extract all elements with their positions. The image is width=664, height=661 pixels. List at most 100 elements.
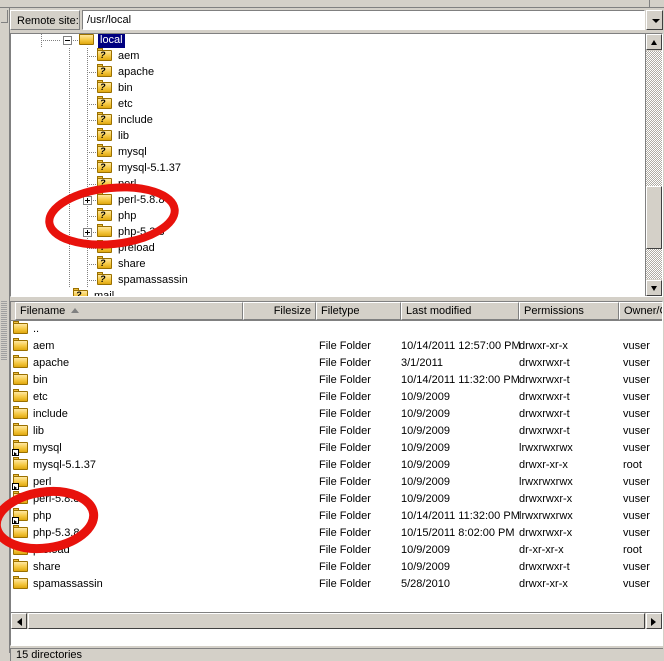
table-row[interactable]: aem File Folder 10/14/2011 12:57:00 PM drwx…	[11, 338, 662, 355]
tree-guide-line	[69, 208, 70, 224]
remote-directory-tree: local? aem? apache? bin? etc? include? lib? mys…	[10, 33, 663, 297]
horizontal-scroll-thumb[interactable]	[28, 613, 645, 629]
tree-item-label: include	[118, 114, 153, 126]
tree-guide-line	[87, 184, 97, 185]
expand-icon[interactable]	[83, 228, 92, 237]
tree-item-preload[interactable]: ? preload	[11, 240, 645, 256]
folder-unknown-icon: ?	[97, 144, 113, 159]
table-row[interactable]: php File Folder 10/14/2011 11:32:00 PM lrwx…	[11, 508, 662, 525]
permissions-cell: drwxrwxr-x	[519, 527, 573, 539]
file-name-cell: share	[33, 561, 61, 573]
folder-link-icon	[12, 474, 29, 490]
last-modified-cell: 10/9/2009	[401, 391, 450, 403]
table-row[interactable]: bin File Folder 10/14/2011 11:32:00 PM drwx…	[11, 372, 662, 389]
file-type-cell: File Folder	[319, 493, 371, 505]
table-row[interactable]: etc File Folder 10/9/2009 drwxrwxr-t vuser	[11, 389, 662, 406]
permissions-cell: lrwxrwxrwx	[519, 510, 573, 522]
tree-item-root[interactable]: local	[11, 34, 645, 48]
scroll-left-icon[interactable]	[11, 613, 27, 629]
file-size-cell	[243, 491, 313, 508]
permissions-cell: drwxrwxr-t	[519, 425, 570, 437]
file-size-cell	[243, 423, 313, 440]
folder-icon	[13, 355, 29, 370]
column-header-filetype[interactable]: Filetype	[316, 302, 401, 320]
tree-item-php-5.3.8[interactable]: php-5.3.8	[11, 224, 645, 240]
left-splitter[interactable]	[0, 8, 10, 653]
file-type-cell: File Folder	[319, 442, 371, 454]
collapse-icon[interactable]	[63, 36, 72, 45]
table-row[interactable]: lib File Folder 10/9/2009 drwxrwxr-t vuser	[11, 423, 662, 440]
file-name-cell: php	[33, 510, 52, 522]
tree-vertical-scrollbar[interactable]	[645, 34, 662, 296]
table-row[interactable]: perl File Folder 10/9/2009 lrwxrwxrwx vuser	[11, 474, 662, 491]
scroll-up-icon[interactable]	[646, 34, 662, 50]
folder-unknown-icon: ?	[97, 208, 113, 223]
table-row[interactable]: share File Folder 10/9/2009 drwxrwxr-t vuser	[11, 559, 662, 576]
column-header-filename-label: Filename	[20, 305, 66, 317]
permissions-cell: drwxrwxr-x	[519, 493, 573, 505]
tree-item-perl-5.8.8[interactable]: perl-5.8.8	[11, 192, 645, 208]
owner-group-cell: vuser	[623, 476, 650, 488]
tree-item-perl[interactable]: ? perl	[11, 176, 645, 192]
file-size-cell	[243, 559, 313, 576]
file-name-cell: preload	[33, 544, 70, 556]
permissions-cell: drwxrwxr-t	[519, 391, 570, 403]
table-row[interactable]: php-5.3.8 File Folder 10/15/2011 8:02:00 P…	[11, 525, 662, 542]
tree-item-label: bin	[118, 82, 133, 94]
table-row[interactable]: include File Folder 10/9/2009 drwxrwxr-t vus…	[11, 406, 662, 423]
tree-item-include[interactable]: ? include	[11, 112, 645, 128]
column-header-permissions[interactable]: Permissions	[519, 302, 619, 320]
tree-guide-line	[69, 144, 70, 160]
table-row[interactable]: mysql-5.1.37 File Folder 10/9/2009 drwxr-xr…	[11, 457, 662, 474]
tree-guide-line	[69, 160, 70, 176]
column-header-last-modified[interactable]: Last modified	[401, 302, 519, 320]
tree-scroll-thumb[interactable]	[646, 186, 662, 249]
file-name-cell: lib	[33, 425, 45, 437]
tree-item-mysql[interactable]: ? mysql	[11, 144, 645, 160]
owner-group-cell: vuser	[623, 442, 650, 454]
scroll-down-icon[interactable]	[646, 280, 662, 296]
table-row[interactable]: spamassassin File Folder 5/28/2010 drwxr-xr…	[11, 576, 662, 593]
column-header-filename[interactable]: Filename	[15, 302, 243, 320]
file-list-header: Filename Filesize Filetype Last modified…	[11, 302, 662, 321]
column-header-owner-group[interactable]: Owner/Gro	[619, 302, 662, 320]
table-row[interactable]: ..	[11, 321, 662, 338]
folder-icon	[97, 224, 113, 239]
tree-item-mysql-5.1.37[interactable]: ? mysql-5.1.37	[11, 160, 645, 176]
scroll-right-icon[interactable]	[646, 613, 662, 629]
tree-item-label: mysql-5.1.37	[118, 162, 181, 174]
owner-group-cell: vuser	[623, 510, 650, 522]
tree-item-etc[interactable]: ? etc	[11, 96, 645, 112]
folder-icon	[13, 321, 29, 336]
table-row[interactable]: mysql File Folder 10/9/2009 lrwxrwxrwx vuser	[11, 440, 662, 457]
tree-item-bin[interactable]: ? bin	[11, 80, 645, 96]
file-type-cell: File Folder	[319, 391, 371, 403]
tree-guide-line	[87, 264, 97, 265]
tree-item-lib[interactable]: ? lib	[11, 128, 645, 144]
tree-item-mail[interactable]: ? mail	[11, 288, 645, 296]
table-row[interactable]: perl-5.8.8 File Folder 10/9/2009 drwxrwxr-x…	[11, 491, 662, 508]
table-row[interactable]: apache File Folder 3/1/2011 drwxrwxr-t vuser	[11, 355, 662, 372]
folder-unknown-icon: ?	[97, 256, 113, 271]
column-header-filesize[interactable]: Filesize	[243, 302, 316, 320]
tree-item-apache[interactable]: ? apache	[11, 64, 645, 80]
chevron-down-icon[interactable]	[646, 10, 663, 30]
tree-guide-line	[69, 192, 70, 208]
file-list-horizontal-scrollbar[interactable]	[11, 612, 662, 629]
tree-item-spamassassin[interactable]: ? spamassassin	[11, 272, 645, 288]
folder-unknown-icon: ?	[97, 272, 113, 287]
folder-unknown-icon: ?	[97, 160, 113, 175]
last-modified-cell: 10/15/2011 8:02:00 PM	[401, 527, 515, 539]
left-splitter-grip[interactable]	[1, 300, 7, 360]
file-type-cell: File Folder	[319, 374, 371, 386]
tree-guide-line	[87, 136, 97, 137]
tree-item-php[interactable]: ? php	[11, 208, 645, 224]
owner-group-cell: vuser	[623, 408, 650, 420]
tree-item-aem[interactable]: ? aem	[11, 48, 645, 64]
file-name-cell: include	[33, 408, 68, 420]
file-name-cell: spamassassin	[33, 578, 103, 590]
tree-item-share[interactable]: ? share	[11, 256, 645, 272]
remote-site-input[interactable]: /usr/local	[82, 10, 645, 30]
table-row[interactable]: preload File Folder 10/9/2009 dr-xr-xr-x roo…	[11, 542, 662, 559]
expand-icon[interactable]	[83, 196, 92, 205]
